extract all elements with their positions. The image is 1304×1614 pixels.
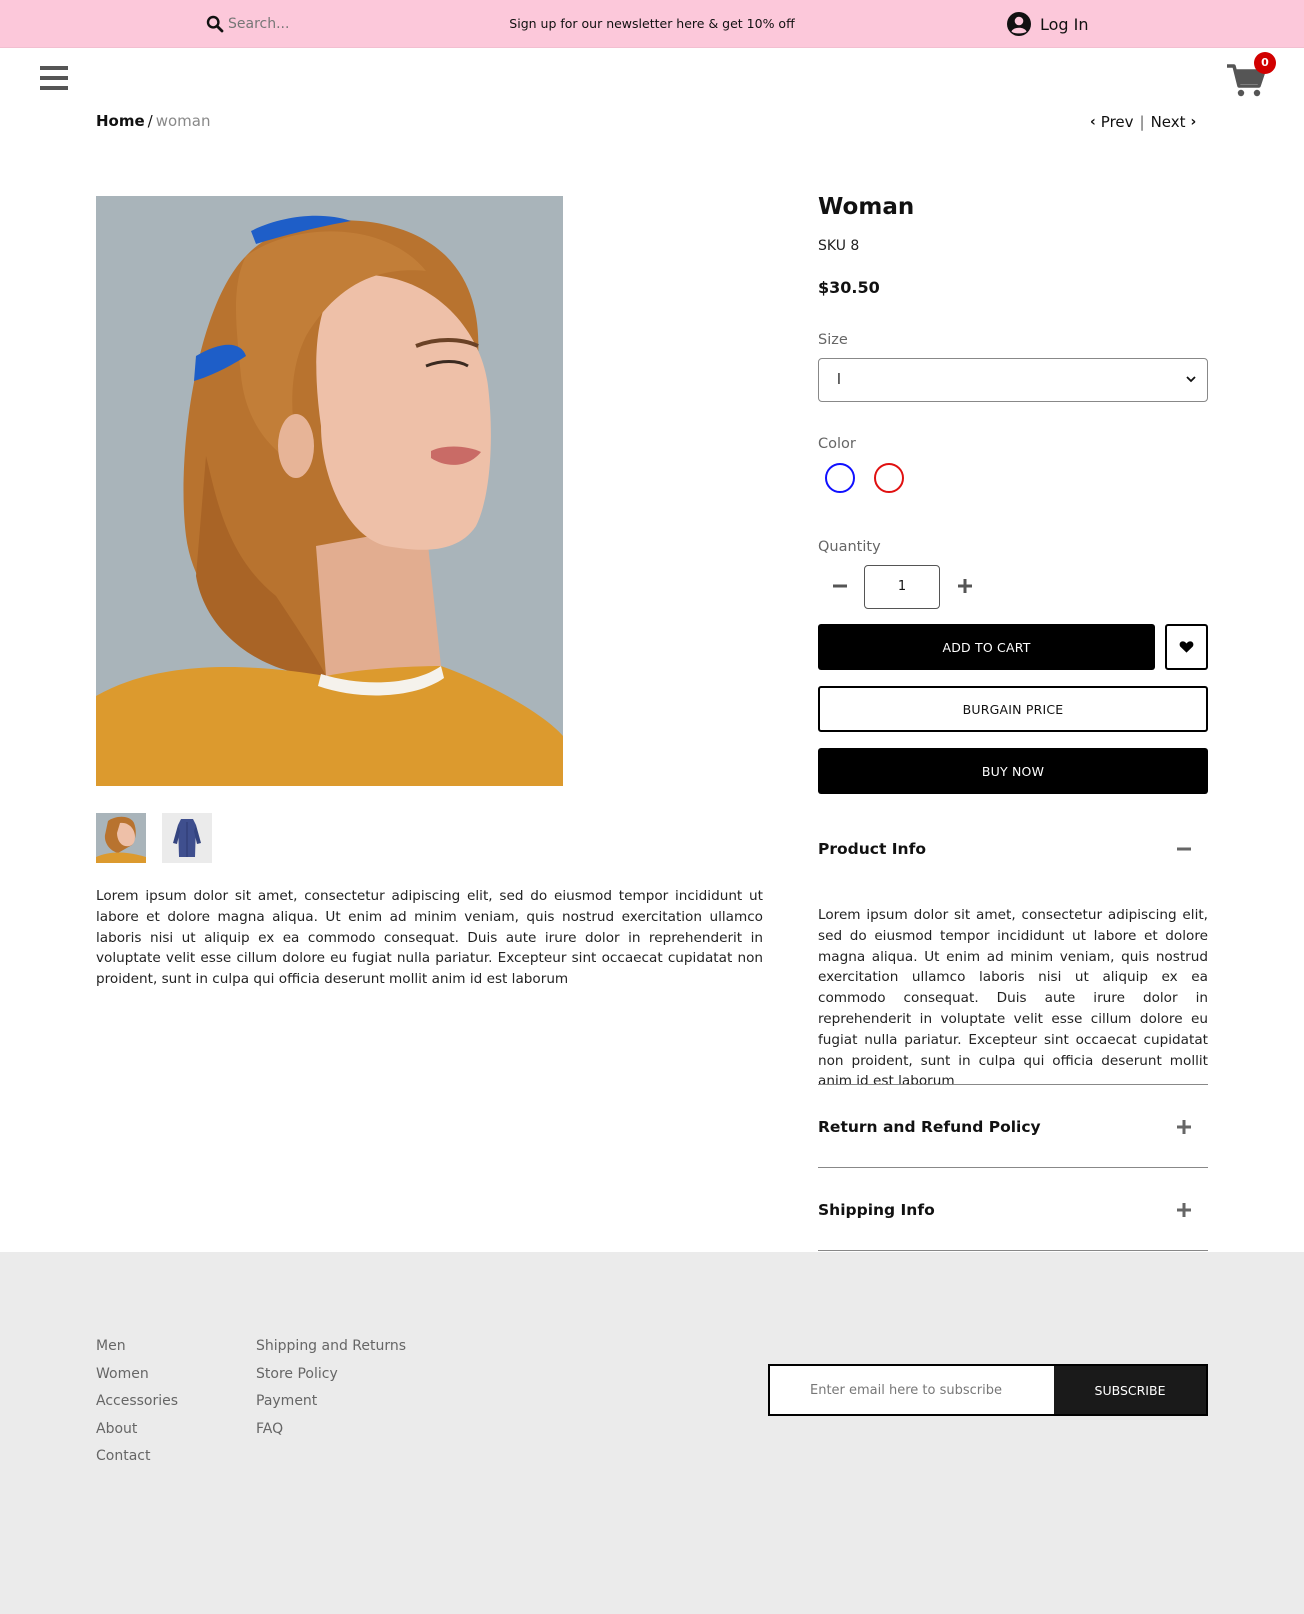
- chevron-left-icon: ‹: [1090, 114, 1096, 130]
- color-swatch-red[interactable]: [874, 463, 904, 493]
- breadcrumb-current: woman: [155, 112, 211, 130]
- next-label: Next: [1150, 113, 1186, 131]
- footer-link-faq[interactable]: FAQ: [256, 1421, 283, 1437]
- product-title: Woman: [818, 194, 915, 220]
- size-label: Size: [818, 332, 848, 348]
- footer-link-shipping-returns[interactable]: Shipping and Returns: [256, 1338, 406, 1354]
- announcement-bar: Sign up for our newsletter here & get 10…: [0, 0, 1304, 48]
- pager-divider: |: [1139, 113, 1145, 131]
- size-selected-value: l: [837, 372, 841, 388]
- color-swatch-blue[interactable]: [825, 463, 855, 493]
- plus-icon[interactable]: [1176, 1202, 1192, 1218]
- product-description: Lorem ipsum dolor sit amet, consectetur …: [96, 888, 763, 988]
- decrease-quantity-icon[interactable]: [830, 576, 850, 596]
- chevron-right-icon: ›: [1190, 114, 1197, 130]
- next-link[interactable]: Next ›: [1151, 113, 1197, 131]
- footer: [0, 1252, 1304, 1614]
- color-label: Color: [818, 436, 856, 452]
- product-sku: SKU 8: [818, 238, 860, 254]
- subscribe-form: SUBSCRIBE: [768, 1364, 1208, 1416]
- product-price: $30.50: [818, 278, 880, 297]
- buy-now-button[interactable]: BUY NOW: [818, 748, 1208, 794]
- accordion-return-policy-title[interactable]: Return and Refund Policy: [818, 1118, 1041, 1136]
- footer-link-women[interactable]: Women: [96, 1366, 149, 1382]
- divider: [818, 1084, 1208, 1085]
- accordion-product-info-body: Lorem ipsum dolor sit amet, consectetur …: [818, 907, 1208, 1090]
- breadcrumb-separator: /: [147, 112, 153, 130]
- login-button[interactable]: Log In: [1006, 9, 1089, 39]
- heart-icon: [1179, 641, 1194, 653]
- newsletter-link[interactable]: Sign up for our newsletter here & get 10…: [452, 16, 852, 31]
- wishlist-button[interactable]: [1165, 624, 1208, 670]
- divider: [818, 1167, 1208, 1168]
- prev-link[interactable]: ‹ Prev: [1090, 113, 1134, 131]
- search-icon[interactable]: [206, 15, 224, 33]
- subscribe-button[interactable]: SUBSCRIBE: [1054, 1366, 1206, 1414]
- add-to-cart-button[interactable]: ADD TO CART: [818, 624, 1155, 670]
- menu-icon[interactable]: [40, 66, 68, 92]
- footer-link-contact[interactable]: Contact: [96, 1448, 150, 1464]
- footer-link-payment[interactable]: Payment: [256, 1393, 317, 1409]
- minus-icon[interactable]: [1176, 841, 1192, 857]
- cart-button[interactable]: 0: [1226, 52, 1276, 100]
- breadcrumb-home-link[interactable]: Home: [96, 112, 145, 130]
- footer-link-store-policy[interactable]: Store Policy: [256, 1366, 338, 1382]
- footer-link-men[interactable]: Men: [96, 1338, 126, 1354]
- breadcrumb: Home / woman: [96, 112, 211, 130]
- product-main-image[interactable]: [96, 196, 563, 786]
- subscribe-email-input[interactable]: [770, 1366, 1054, 1414]
- plus-icon[interactable]: [1176, 1119, 1192, 1135]
- increase-quantity-icon[interactable]: [955, 576, 975, 596]
- accordion-shipping-info-title[interactable]: Shipping Info: [818, 1201, 935, 1219]
- bargain-price-button[interactable]: BURGAIN PRICE: [818, 686, 1208, 732]
- thumbnail-dress[interactable]: [162, 813, 212, 863]
- search-input[interactable]: [228, 11, 478, 37]
- footer-link-about[interactable]: About: [96, 1421, 137, 1437]
- footer-link-accessories[interactable]: Accessories: [96, 1393, 178, 1409]
- thumbnail-woman[interactable]: [96, 813, 146, 863]
- quantity-label: Quantity: [818, 539, 881, 555]
- size-select[interactable]: l: [818, 358, 1208, 402]
- login-label: Log In: [1040, 14, 1089, 34]
- product-pager: ‹ Prev | Next ›: [1090, 113, 1196, 131]
- divider: [818, 1250, 1208, 1251]
- cart-count-badge: 0: [1254, 52, 1276, 74]
- accordion-product-info-title[interactable]: Product Info: [818, 840, 926, 858]
- chevron-down-icon: [1186, 376, 1196, 383]
- quantity-input[interactable]: 1: [864, 565, 940, 609]
- prev-label: Prev: [1100, 113, 1134, 131]
- user-account-icon: [1007, 12, 1031, 36]
